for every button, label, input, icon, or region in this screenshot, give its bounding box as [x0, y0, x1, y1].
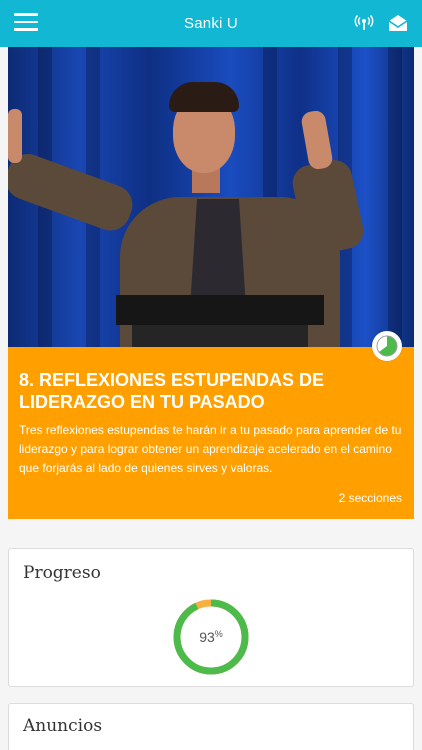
open-envelope-icon[interactable]: [387, 12, 409, 34]
broadcast-icon[interactable]: [354, 13, 374, 33]
course-description: Tres reflexiones estupendas te harán ir …: [19, 423, 402, 475]
progress-pie-icon: [372, 331, 402, 361]
course-card[interactable]: 8. REFLEXIONES ESTUPENDAS DE LIDERAZGO E…: [8, 47, 414, 519]
progress-heading: Progreso: [23, 563, 101, 583]
app-header: Sanki U: [0, 0, 422, 47]
hamburger-menu-icon[interactable]: [14, 13, 38, 33]
sections-count: 2 secciones: [338, 491, 402, 505]
announcements-card[interactable]: Anuncios: [8, 703, 414, 750]
course-thumbnail: [8, 47, 414, 347]
course-title: 8. REFLEXIONES ESTUPENDAS DE LIDERAZGO E…: [19, 370, 325, 412]
progress-card: Progreso 93%: [8, 548, 414, 687]
announcements-heading: Anuncios: [23, 716, 103, 736]
progress-percentage: 93%: [199, 629, 223, 645]
app-title: Sanki U: [184, 15, 238, 32]
